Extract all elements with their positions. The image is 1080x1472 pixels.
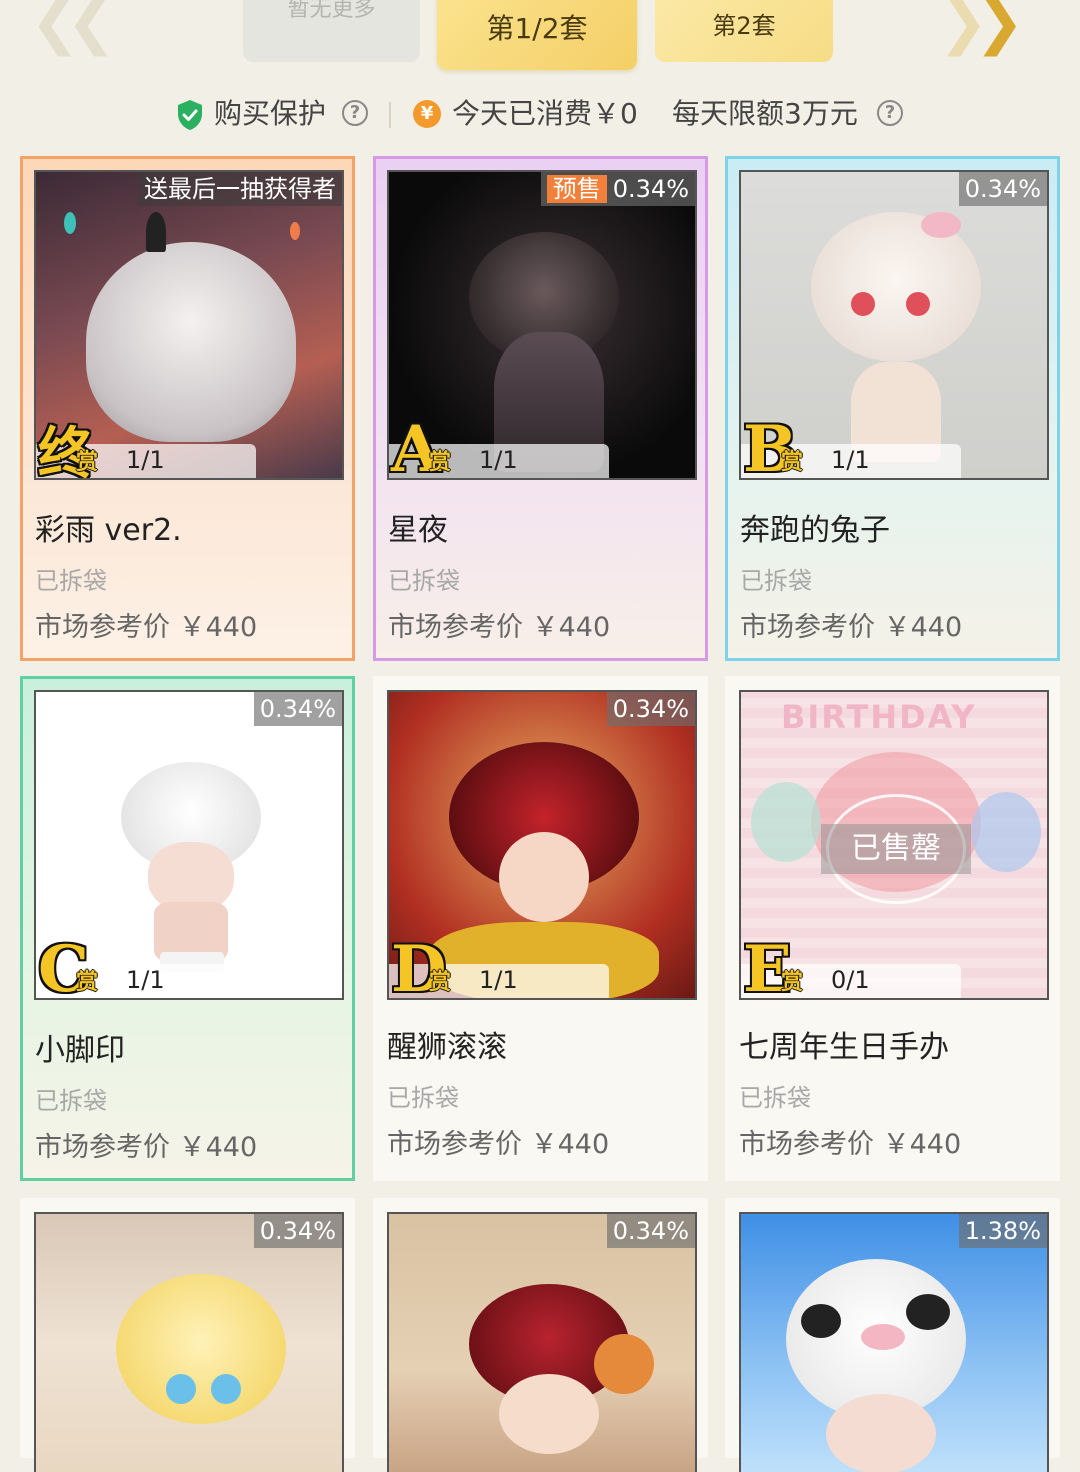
- spent-today-text: 今天已消费￥0: [452, 97, 638, 130]
- prize-card[interactable]: 预售 0.34% A 赏 1/1 星夜 已拆袋 市场参考价 ￥440: [373, 156, 708, 661]
- prize-card[interactable]: 0.34% B 赏 1/1 奔跑的兔子 已拆袋 市场参考价 ￥440: [725, 156, 1060, 661]
- prize-status: 已拆袋: [740, 567, 812, 595]
- prize-status: 已拆袋: [387, 1084, 459, 1112]
- prize-photo: 1.38%: [739, 1212, 1049, 1472]
- grade-suffix: 赏: [429, 450, 452, 475]
- prize-card[interactable]: 送最后一抽获得者 终 赏 1/1 彩雨 ver2. 已拆袋 市场参考价 ￥440: [20, 156, 355, 661]
- tab-set-1-2[interactable]: 第1/2套: [437, 0, 637, 70]
- tab-set-2[interactable]: 第2套: [655, 0, 833, 62]
- divider: [389, 102, 391, 128]
- tab-no-more: 暂无更多: [243, 0, 420, 62]
- prize-price: 市场参考价 ￥440: [388, 612, 611, 643]
- purchase-protection-label[interactable]: 购买保护: [214, 95, 326, 133]
- prize-price: 市场参考价 ￥440: [387, 1129, 610, 1160]
- prize-badge: 0.34%: [253, 692, 342, 726]
- prize-name: 醒狮滚滚: [387, 1030, 507, 1065]
- prize-price: 市场参考价 ￥440: [740, 612, 963, 643]
- prize-count: 1/1: [479, 446, 518, 474]
- prize-badge: 预售 0.34%: [540, 172, 695, 206]
- prize-status: 已拆袋: [35, 1087, 107, 1115]
- prize-photo: 预售 0.34% A 赏 1/1: [387, 170, 697, 480]
- prize-badge: 1.38%: [958, 1214, 1047, 1248]
- prize-photo: 0.34%: [34, 1212, 344, 1472]
- prize-name: 七周年生日手办: [739, 1030, 949, 1065]
- prize-status: 已拆袋: [388, 567, 460, 595]
- prize-name: 奔跑的兔子: [740, 513, 890, 548]
- prize-photo: 送最后一抽获得者 终 赏 1/1: [34, 170, 344, 480]
- prize-card[interactable]: 0.34% C 赏 1/1 小脚印 已拆袋 市场参考价 ￥440: [20, 676, 355, 1181]
- prize-name: 小脚印: [35, 1033, 125, 1068]
- prize-badge: 0.34%: [606, 692, 695, 726]
- prize-name: 星夜: [388, 513, 448, 548]
- grade-suffix: 赏: [429, 970, 452, 995]
- prize-status: 已拆袋: [35, 567, 107, 595]
- prize-status: 已拆袋: [739, 1084, 811, 1112]
- prize-card[interactable]: 1.38%: [725, 1198, 1060, 1472]
- daily-limit-text: 每天限额3万元: [672, 97, 858, 130]
- prize-badge: 送最后一抽获得者: [138, 172, 342, 206]
- prize-card[interactable]: 0.34%: [20, 1198, 355, 1472]
- prize-price: 市场参考价 ￥440: [35, 1132, 258, 1163]
- grade-suffix: 赏: [76, 970, 99, 995]
- grade-suffix: 赏: [781, 970, 804, 995]
- help-icon[interactable]: ?: [342, 100, 368, 126]
- presale-tag: 预售: [546, 175, 607, 203]
- prize-card[interactable]: 0.34%: [373, 1198, 708, 1472]
- prize-price: 市场参考价 ￥440: [35, 612, 258, 643]
- prize-count: 1/1: [126, 446, 165, 474]
- prize-count: 1/1: [126, 966, 165, 994]
- prize-photo: 0.34%: [387, 1212, 697, 1472]
- grade-suffix: 赏: [781, 450, 804, 475]
- prize-count: 1/1: [831, 446, 870, 474]
- prize-count: 1/1: [479, 966, 518, 994]
- grade-suffix: 赏: [76, 450, 99, 475]
- soldout-badge: 已售罄: [821, 824, 971, 874]
- chevron-left-icon[interactable]: ❮❮: [30, 0, 116, 52]
- prize-photo: 0.34% D 赏 1/1: [387, 690, 697, 1000]
- prize-photo: BIRTHDAY 已售罄 E 赏 0/1: [739, 690, 1049, 1000]
- prize-badge: 0.34%: [253, 1214, 342, 1248]
- prize-photo: 0.34% C 赏 1/1: [34, 690, 344, 1000]
- prize-card[interactable]: 0.34% D 赏 1/1 醒狮滚滚 已拆袋 市场参考价 ￥440: [373, 676, 708, 1181]
- yen-coin-icon: ¥: [413, 100, 441, 128]
- prize-count: 0/1: [831, 966, 870, 994]
- chevron-right-icon[interactable]: ❯❯: [938, 0, 1025, 52]
- prize-name: 彩雨 ver2.: [35, 513, 182, 548]
- prize-badge: 0.34%: [958, 172, 1047, 206]
- prize-card[interactable]: BIRTHDAY 已售罄 E 赏 0/1 七周年生日手办 已拆袋 市场参考价 ￥…: [725, 676, 1060, 1181]
- purchase-info-bar: 购买保护 ? ¥ 今天已消费￥0 每天限额3万元 ?: [0, 90, 1080, 138]
- prize-price: 市场参考价 ￥440: [739, 1129, 962, 1160]
- set-tabs-bar: ❮❮ 暂无更多 第1/2套 第2套 ❯❯: [0, 0, 1080, 80]
- prize-badge: 0.34%: [606, 1214, 695, 1248]
- prize-photo: 0.34% B 赏 1/1: [739, 170, 1049, 480]
- help-icon[interactable]: ?: [877, 100, 903, 126]
- shield-check-icon: [178, 100, 202, 130]
